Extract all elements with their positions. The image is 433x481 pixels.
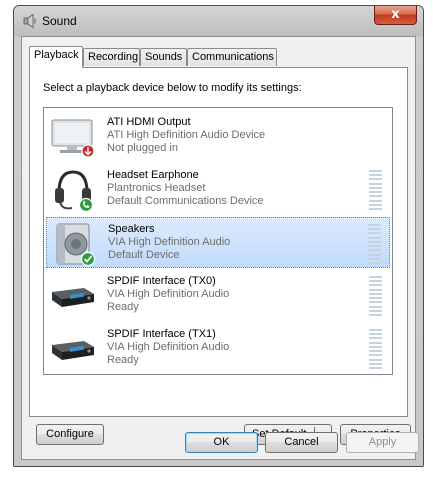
close-icon: x — [391, 7, 400, 22]
close-button[interactable]: x — [374, 6, 417, 25]
speaker-icon — [56, 223, 96, 266]
device-status: Not plugged in — [107, 142, 178, 154]
volume-meter — [369, 276, 382, 316]
device-item-headset-earphone[interactable]: Headset Earphone Plantronics Headset Def… — [46, 164, 390, 215]
device-item-spdif-tx0[interactable]: SPDIF Interface (TX0) VIA High Definitio… — [46, 270, 390, 321]
device-status: Default Device — [108, 249, 180, 261]
monitor-icon — [51, 119, 95, 158]
headset-icon — [55, 170, 94, 212]
cancel-button[interactable]: Cancel — [265, 432, 338, 453]
speaker-app-icon — [23, 13, 36, 29]
volume-meter — [368, 224, 381, 264]
device-name: SPDIF Interface (TX0) — [107, 275, 216, 287]
tab-label: Sounds — [145, 51, 183, 63]
device-description: ATI High Definition Audio Device — [107, 129, 266, 141]
tab-label: Playback — [34, 49, 79, 61]
tab-communications[interactable]: Communications — [187, 48, 277, 66]
device-item-ati-hdmi[interactable]: ATI HDMI Output ATI High Definition Audi… — [46, 111, 390, 162]
device-description: VIA High Definition Audio — [108, 236, 231, 248]
window-frame: Sound x Playback Recording Sounds Commun… — [14, 6, 423, 466]
device-name: Headset Earphone — [107, 169, 199, 181]
tab-recording[interactable]: Recording — [83, 48, 140, 66]
device-item-speakers[interactable]: Speakers VIA High Definition Audio Defau… — [46, 217, 390, 268]
device-list[interactable]: ATI HDMI Output ATI High Definition Audi… — [43, 107, 393, 375]
tab-sounds[interactable]: Sounds — [140, 48, 187, 66]
device-name: SPDIF Interface (TX1) — [107, 328, 216, 340]
dialog-client-area: Playback Recording Sounds Communications… — [21, 36, 419, 460]
device-status: Ready — [107, 301, 139, 313]
device-status: Default Communications Device — [107, 195, 264, 207]
tab-playback[interactable]: Playback — [29, 46, 83, 68]
volume-meter — [369, 329, 382, 369]
window-title: Sound — [42, 14, 77, 28]
volume-meter — [369, 170, 382, 210]
receiver-icon — [52, 341, 94, 360]
device-item-spdif-tx1[interactable]: SPDIF Interface (TX1) VIA High Definitio… — [46, 323, 390, 374]
sound-dialog: Sound x Playback Recording Sounds Commun… — [13, 5, 424, 467]
device-description: VIA High Definition Audio — [107, 288, 230, 300]
playback-panel: Select a playback device below to modify… — [29, 67, 411, 445]
ok-button[interactable]: OK — [185, 432, 258, 453]
device-name: Speakers — [108, 223, 155, 235]
title-bar[interactable]: Sound x — [14, 6, 423, 36]
configure-button[interactable]: Configure — [36, 424, 104, 445]
tab-label: Communications — [192, 51, 274, 63]
device-description: Plantronics Headset — [107, 182, 206, 194]
device-status: Ready — [107, 354, 139, 366]
device-name: ATI HDMI Output — [107, 116, 191, 128]
apply-button[interactable]: Apply — [346, 432, 419, 453]
receiver-icon — [52, 288, 94, 307]
instruction-text: Select a playback device below to modify… — [43, 82, 302, 94]
device-description: VIA High Definition Audio — [107, 341, 230, 353]
tab-label: Recording — [88, 51, 139, 63]
